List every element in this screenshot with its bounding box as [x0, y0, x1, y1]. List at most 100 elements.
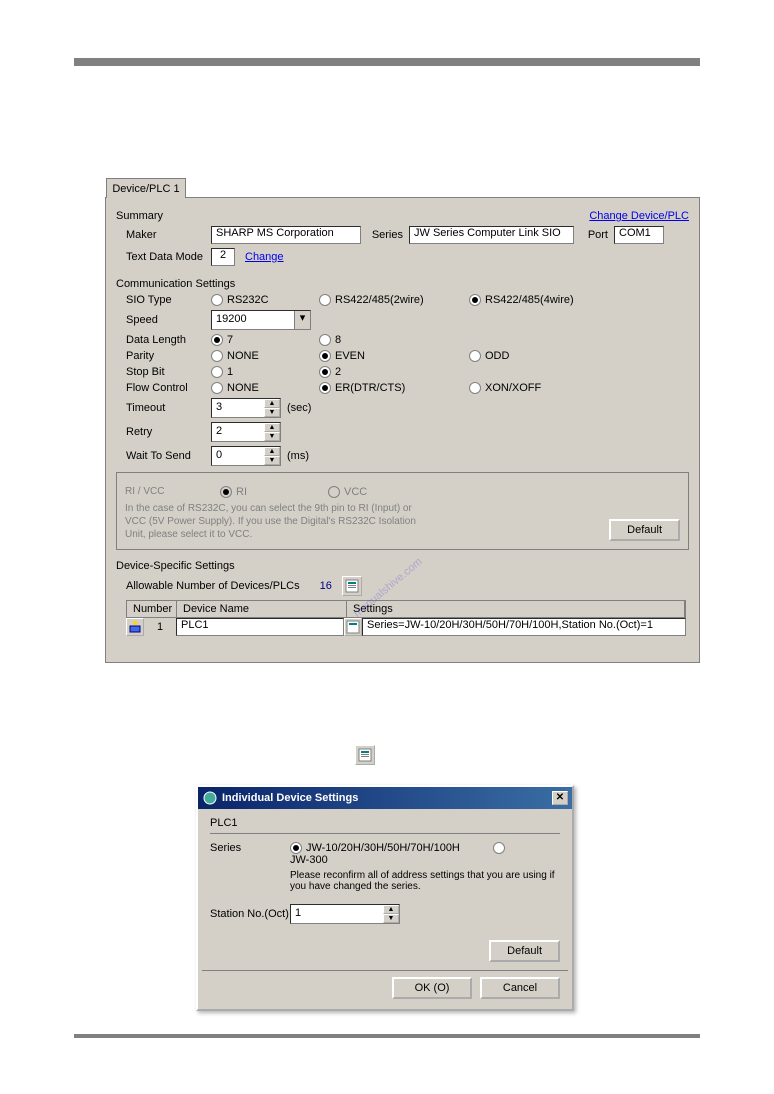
- tab-device-plc-1[interactable]: Device/PLC 1: [106, 178, 186, 198]
- individual-device-dialog: Individual Device Settings ✕ PLC1 Series…: [196, 785, 574, 1011]
- ri-vcc-note: In the case of RS232C, you can select th…: [125, 502, 435, 541]
- parity-even-label: EVEN: [335, 350, 365, 362]
- timeout-spinner[interactable]: 3 ▲▼: [211, 398, 281, 418]
- station-label: Station No.(Oct): [210, 908, 290, 920]
- dl-7-radio[interactable]: [211, 334, 223, 346]
- sio-rs422-2w-radio[interactable]: [319, 294, 331, 306]
- device-table-header: Number Device Name Settings: [126, 600, 686, 618]
- series-jw-radio[interactable]: [290, 842, 302, 854]
- parity-odd-radio[interactable]: [469, 350, 481, 362]
- ri-label: RI: [236, 486, 247, 498]
- close-icon[interactable]: ✕: [552, 791, 568, 805]
- timeout-unit: (sec): [287, 402, 311, 414]
- maker-value: SHARP MS Corporation: [211, 226, 361, 244]
- flow-er-radio[interactable]: [319, 382, 331, 394]
- port-value: COM1: [614, 226, 664, 244]
- col-device-name: Device Name: [177, 601, 347, 617]
- wait-label: Wait To Send: [116, 450, 211, 462]
- add-device-icon[interactable]: [342, 576, 362, 596]
- settings-sheet-icon[interactable]: [355, 745, 375, 765]
- row-device-name[interactable]: PLC1: [176, 618, 344, 636]
- device-specific-title: Device-Specific Settings: [116, 560, 689, 572]
- spinner-down-icon[interactable]: ▼: [264, 456, 280, 465]
- row-number: 1: [144, 621, 176, 633]
- series-jw300-radio[interactable]: [493, 842, 505, 854]
- col-settings: Settings: [347, 601, 685, 617]
- parity-even-radio[interactable]: [319, 350, 331, 362]
- page-border-bottom: [74, 1034, 700, 1038]
- dialog-default-button[interactable]: Default: [489, 940, 560, 962]
- stop-bit-label: Stop Bit: [116, 366, 211, 378]
- series-note: Please reconfirm all of address settings…: [290, 870, 560, 892]
- sio-rs232c-label: RS232C: [227, 294, 269, 306]
- row-settings-icon[interactable]: [344, 618, 362, 636]
- vcc-radio: [328, 486, 340, 498]
- flow-xon-label: XON/XOFF: [485, 382, 541, 394]
- summary-title: Summary: [116, 210, 163, 222]
- timeout-value: 3: [212, 399, 264, 417]
- parity-none-radio[interactable]: [211, 350, 223, 362]
- speed-value: 19200: [212, 311, 294, 329]
- comm-title: Communication Settings: [116, 278, 689, 290]
- retry-spinner[interactable]: 2 ▲▼: [211, 422, 281, 442]
- change-link[interactable]: Change: [245, 251, 284, 263]
- parity-label: Parity: [116, 350, 211, 362]
- device-plc-panel: Device/PLC 1 Summary Change Device/PLC M…: [105, 197, 700, 663]
- dialog-series-label: Series: [210, 842, 290, 854]
- default-button[interactable]: Default: [609, 519, 680, 541]
- speed-label: Speed: [116, 314, 211, 326]
- station-spinner[interactable]: 1 ▲▼: [290, 904, 400, 924]
- sb-2-radio[interactable]: [319, 366, 331, 378]
- sio-rs232c-radio[interactable]: [211, 294, 223, 306]
- dl-8-radio[interactable]: [319, 334, 331, 346]
- spinner-up-icon[interactable]: ▲: [264, 447, 280, 456]
- data-length-label: Data Length: [116, 334, 211, 346]
- ok-button[interactable]: OK (O): [392, 977, 472, 999]
- dialog-titlebar[interactable]: Individual Device Settings ✕: [198, 787, 572, 809]
- dl-7-label: 7: [227, 334, 233, 346]
- sio-rs422-4w-radio[interactable]: [469, 294, 481, 306]
- port-label: Port: [574, 229, 614, 241]
- wait-spinner[interactable]: 0 ▲▼: [211, 446, 281, 466]
- sio-type-label: SIO Type: [116, 294, 211, 306]
- table-row: 1 PLC1 Series=JW-10/20H/30H/50H/70H/100H…: [126, 618, 686, 636]
- series-label: Series: [361, 229, 409, 241]
- text-data-mode-value: 2: [211, 248, 235, 266]
- ri-radio: [220, 486, 232, 498]
- allowable-label: Allowable Number of Devices/PLCs: [126, 580, 300, 592]
- speed-select[interactable]: 19200 ▾: [211, 310, 311, 330]
- maker-label: Maker: [116, 229, 211, 241]
- spinner-down-icon[interactable]: ▼: [383, 914, 399, 923]
- cancel-button[interactable]: Cancel: [480, 977, 560, 999]
- retry-label: Retry: [116, 426, 211, 438]
- allowable-value: 16: [320, 580, 332, 592]
- vcc-label: VCC: [344, 486, 367, 498]
- series-jw-label: JW-10/20H/30H/50H/70H/100H: [306, 842, 460, 854]
- ri-vcc-title: RI / VCC: [125, 485, 220, 498]
- spinner-up-icon[interactable]: ▲: [383, 905, 399, 914]
- sb-1-radio[interactable]: [211, 366, 223, 378]
- device-icon[interactable]: [126, 618, 144, 636]
- chevron-down-icon: ▾: [294, 311, 310, 329]
- series-jw300-label: JW-300: [290, 854, 328, 866]
- spinner-down-icon[interactable]: ▼: [264, 408, 280, 417]
- flow-label: Flow Control: [116, 382, 211, 394]
- spinner-down-icon[interactable]: ▼: [264, 432, 280, 441]
- sb-2-label: 2: [335, 366, 341, 378]
- col-number: Number: [127, 601, 177, 617]
- spinner-up-icon[interactable]: ▲: [264, 399, 280, 408]
- change-device-plc-link[interactable]: Change Device/PLC: [589, 210, 689, 222]
- timeout-label: Timeout: [116, 402, 211, 414]
- flow-none-radio[interactable]: [211, 382, 223, 394]
- wait-unit: (ms): [287, 450, 309, 462]
- ri-vcc-group: RI / VCC RI VCC In the case of RS232C, y…: [116, 472, 689, 550]
- flow-er-label: ER(DTR/CTS): [335, 382, 405, 394]
- dialog-icon: [202, 790, 218, 806]
- row-settings-value: Series=JW-10/20H/30H/50H/70H/100H,Statio…: [362, 618, 686, 636]
- parity-none-label: NONE: [227, 350, 259, 362]
- series-value: JW Series Computer Link SIO: [409, 226, 574, 244]
- sb-1-label: 1: [227, 366, 233, 378]
- spinner-up-icon[interactable]: ▲: [264, 423, 280, 432]
- flow-xon-radio[interactable]: [469, 382, 481, 394]
- flow-none-label: NONE: [227, 382, 259, 394]
